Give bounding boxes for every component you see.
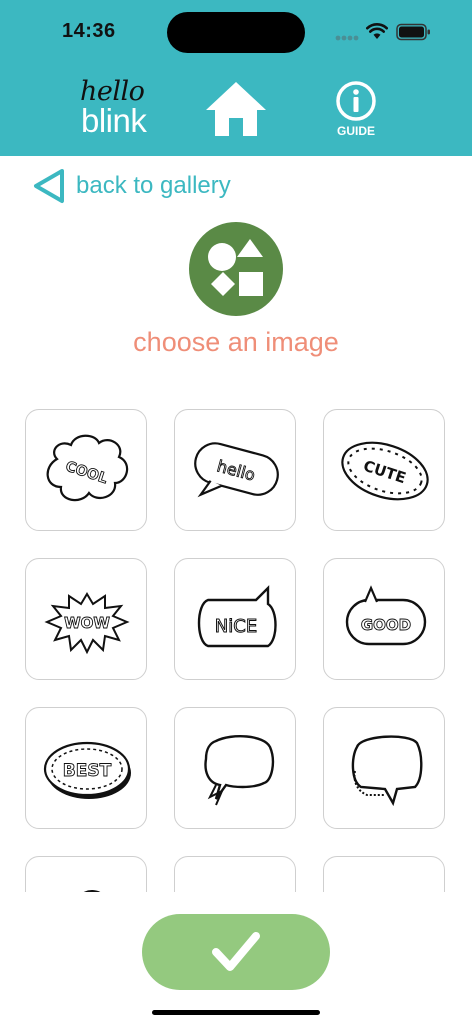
dotted-bubble-cute-icon: CUTE [341, 441, 429, 501]
status-time: 14:36 [62, 20, 116, 42]
gallery-item-cloud-2[interactable] [174, 856, 296, 892]
svg-text:NiCE: NiCE [215, 616, 257, 637]
gallery-item-3d-bubble[interactable] [323, 707, 445, 829]
shapes-category-icon [189, 222, 283, 316]
speech-bubble-nice-icon: NiCE [197, 585, 277, 648]
image-gallery-grid[interactable]: COOL hello CUTE WOW NiCE GOOD BEST [0, 404, 472, 892]
home-indicator [152, 1010, 320, 1015]
cloud-bubble-icon [335, 868, 435, 892]
back-triangle-icon [34, 169, 64, 203]
logo-blink-text: blink [81, 102, 147, 139]
app-header: 14:36 hello blink GUIDE [0, 0, 472, 156]
speech-bubble-hello-icon: hello [194, 442, 279, 498]
wifi-icon [366, 23, 388, 39]
cloud-bubble-cool-icon: COOL [46, 434, 129, 502]
gallery-item-cloud-3[interactable] [323, 856, 445, 892]
burst-bubble-wow-icon: WOW [44, 592, 130, 655]
gallery-item-speech-bubble[interactable] [174, 707, 296, 829]
cloud-bubble-icon [83, 890, 101, 892]
gallery-item-cute[interactable]: CUTE [323, 409, 445, 531]
cellular-signal-icon [335, 35, 359, 41]
cloud-bubble-icon [186, 868, 286, 892]
svg-text:BEST: BEST [63, 761, 112, 781]
choose-image-heading: choose an image [133, 327, 339, 357]
gallery-item-hello[interactable]: hello [174, 409, 296, 531]
confirm-button[interactable] [142, 914, 330, 990]
svg-text:WOW: WOW [64, 614, 110, 632]
speech-bubble-good-icon: GOOD [345, 585, 427, 646]
gallery-item-cool[interactable]: COOL [25, 409, 147, 531]
svg-text:GOOD: GOOD [361, 616, 411, 634]
gallery-item-good[interactable]: GOOD [323, 558, 445, 680]
back-to-gallery-link[interactable]: back to gallery [30, 166, 231, 206]
empty-speech-bubble-icon [204, 735, 275, 806]
gallery-item-nice[interactable]: NiCE [174, 558, 296, 680]
home-icon [206, 82, 266, 136]
checkmark-icon [212, 932, 260, 971]
empty-3d-speech-bubble-icon [351, 735, 423, 807]
gallery-item-wow[interactable]: WOW [25, 558, 147, 680]
dynamic-island [167, 12, 305, 53]
back-to-gallery-label: back to gallery [76, 172, 231, 199]
info-icon [336, 81, 376, 121]
shapes-icon [208, 239, 263, 296]
home-button[interactable] [204, 80, 268, 138]
gallery-item-cloud-1[interactable] [25, 856, 147, 892]
guide-button[interactable]: GUIDE [330, 80, 382, 140]
app-logo[interactable]: hello blink [78, 76, 158, 140]
battery-icon [396, 23, 430, 41]
gallery-item-best[interactable]: BEST [25, 707, 147, 829]
guide-label: GUIDE [336, 124, 375, 138]
oval-bubble-best-icon: BEST [43, 741, 131, 799]
